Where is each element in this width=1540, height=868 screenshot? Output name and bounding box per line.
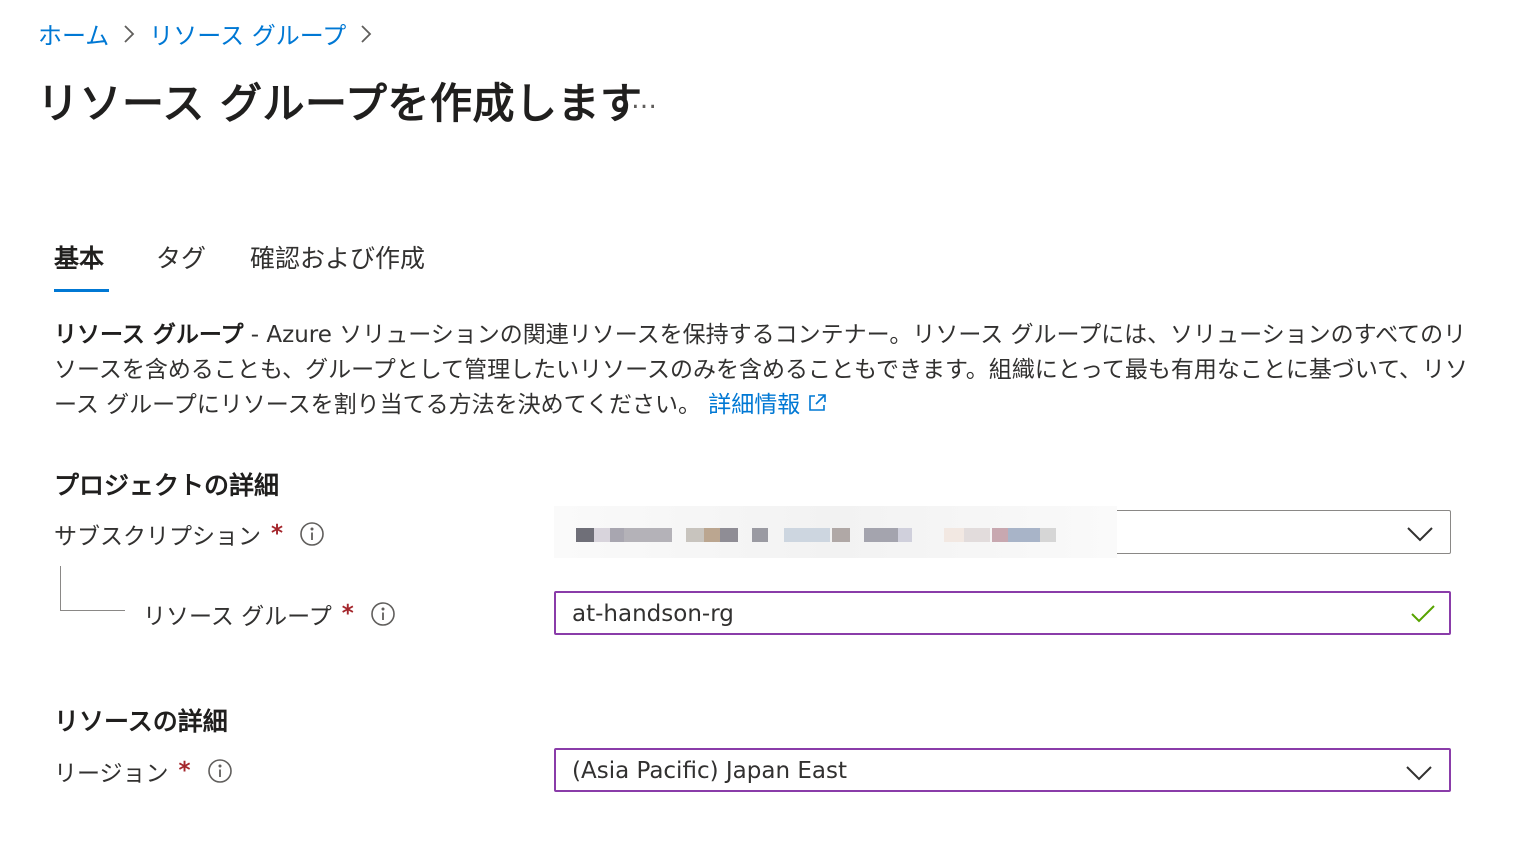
obscured-pixel	[624, 528, 672, 542]
subscription-label-text: サブスクリプション	[54, 524, 261, 550]
required-marker: *	[271, 521, 284, 547]
tab-basics[interactable]: 基本	[54, 236, 109, 292]
resource-group-input[interactable]: at-handson-rg	[554, 591, 1451, 635]
obscured-pixel	[992, 528, 1008, 542]
resource-details-heading: リソースの詳細	[54, 707, 228, 736]
obscured-pixel	[720, 528, 738, 542]
obscured-pixel	[784, 528, 830, 542]
tab-tags[interactable]: タグ	[156, 236, 206, 292]
region-label: リージョン *	[54, 753, 233, 789]
external-link-icon	[806, 390, 828, 425]
obscured-pixel	[594, 528, 610, 542]
create-resource-group-page: ホーム リソース グループ リソース グループを作成します … 基本 タグ 確認…	[0, 0, 1540, 868]
chevron-down-icon	[1406, 523, 1434, 549]
description-text: リソース グループ - Azure ソリューションの関連リソースを保持するコンテ…	[54, 318, 1474, 425]
chevron-right-icon	[121, 16, 137, 50]
breadcrumb-resource-groups-link[interactable]: リソース グループ	[149, 16, 346, 51]
obscured-pixel	[576, 528, 594, 542]
region-dropdown[interactable]: (Asia Pacific) Japan East	[554, 748, 1451, 792]
learn-more-label: 詳細情報	[708, 392, 801, 418]
breadcrumb: ホーム リソース グループ	[38, 16, 374, 50]
obscured-pixel	[944, 528, 964, 542]
resource-group-label: リソース グループ *	[143, 596, 396, 632]
info-icon[interactable]	[370, 601, 396, 627]
more-options-button[interactable]: …	[626, 82, 662, 118]
info-icon[interactable]	[207, 758, 233, 784]
resource-group-value: at-handson-rg	[572, 601, 734, 627]
breadcrumb-home-link[interactable]: ホーム	[38, 16, 109, 51]
obscured-pixel	[610, 528, 624, 542]
obscured-pixel	[704, 528, 720, 542]
obscured-pixel	[964, 528, 990, 542]
info-icon[interactable]	[299, 521, 325, 547]
obscured-pixel	[864, 528, 898, 542]
obscured-pixel	[686, 528, 704, 542]
region-value: (Asia Pacific) Japan East	[572, 758, 847, 784]
description-term: リソース グループ	[54, 322, 244, 348]
project-details-heading: プロジェクトの詳細	[54, 471, 280, 500]
required-marker: *	[178, 758, 191, 784]
chevron-down-icon	[1405, 762, 1433, 788]
chevron-right-icon	[358, 16, 374, 50]
obscured-pixel	[898, 528, 912, 542]
region-label-text: リージョン	[54, 761, 169, 787]
obscured-pixel	[1040, 528, 1056, 542]
obscured-pixel	[832, 528, 850, 542]
learn-more-link[interactable]: 詳細情報	[708, 392, 828, 418]
obscured-pixel	[752, 528, 768, 542]
required-marker: *	[341, 601, 354, 627]
resource-group-label-text: リソース グループ	[143, 604, 332, 630]
checkmark-icon	[1409, 603, 1437, 631]
tree-connector	[60, 566, 125, 611]
page-title: リソース グループを作成します	[37, 79, 643, 128]
tab-review-create[interactable]: 確認および作成	[250, 236, 425, 292]
obscured-pixel	[1008, 528, 1040, 542]
subscription-label: サブスクリプション *	[54, 516, 325, 552]
